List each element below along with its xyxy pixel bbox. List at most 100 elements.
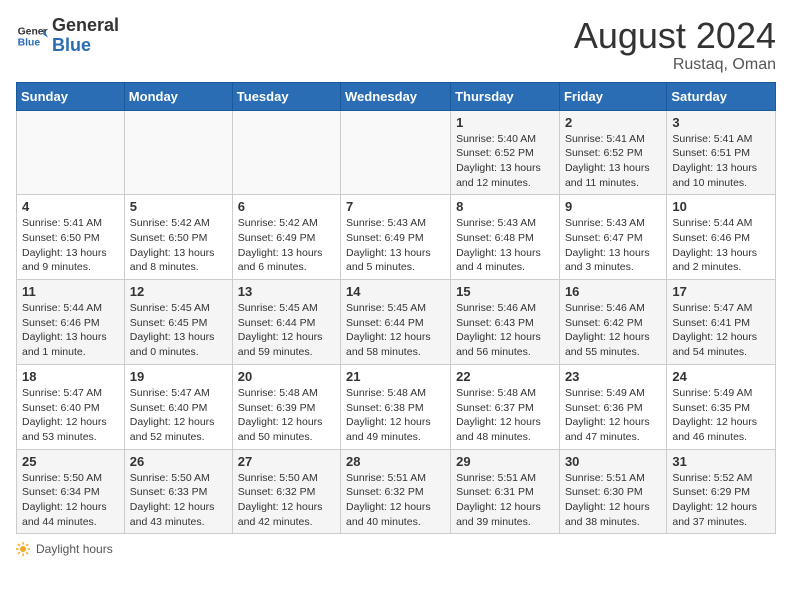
calendar-week-row: 4 Sunrise: 5:41 AM Sunset: 6:50 PM Daylig… <box>17 195 776 280</box>
day-info: Sunrise: 5:46 AM Sunset: 6:42 PM Dayligh… <box>565 301 661 360</box>
calendar-cell: 29 Sunrise: 5:51 AM Sunset: 6:31 PM Dayli… <box>451 449 560 534</box>
day-info: Sunrise: 5:51 AM Sunset: 6:30 PM Dayligh… <box>565 471 661 530</box>
day-number: 17 <box>672 284 770 299</box>
calendar-cell: 6 Sunrise: 5:42 AM Sunset: 6:49 PM Daylig… <box>232 195 340 280</box>
day-info: Sunrise: 5:45 AM Sunset: 6:44 PM Dayligh… <box>346 301 445 360</box>
calendar-cell <box>17 110 125 195</box>
day-number: 26 <box>130 454 227 469</box>
calendar-week-row: 25 Sunrise: 5:50 AM Sunset: 6:34 PM Dayli… <box>17 449 776 534</box>
sun-icon <box>16 542 30 556</box>
day-info: Sunrise: 5:43 AM Sunset: 6:49 PM Dayligh… <box>346 216 445 275</box>
day-number: 10 <box>672 199 770 214</box>
calendar-cell: 17 Sunrise: 5:47 AM Sunset: 6:41 PM Dayli… <box>667 280 776 365</box>
calendar-cell: 21Sunrise: 5:48 AM Sunset: 6:38 PM Dayli… <box>341 364 451 449</box>
calendar-cell: 8Sunrise: 5:43 AM Sunset: 6:48 PM Daylig… <box>451 195 560 280</box>
calendar-cell: 15Sunrise: 5:46 AM Sunset: 6:43 PM Dayli… <box>451 280 560 365</box>
day-number: 3 <box>672 115 770 130</box>
calendar-cell: 24 Sunrise: 5:49 AM Sunset: 6:35 PM Dayli… <box>667 364 776 449</box>
calendar-header-saturday: Saturday <box>667 82 776 110</box>
calendar-cell: 1 Sunrise: 5:40 AM Sunset: 6:52 PM Daylig… <box>451 110 560 195</box>
day-info: Sunrise: 5:50 AM Sunset: 6:33 PM Dayligh… <box>130 471 227 530</box>
calendar-cell: 25 Sunrise: 5:50 AM Sunset: 6:34 PM Dayli… <box>17 449 125 534</box>
day-info: Sunrise: 5:41 AM Sunset: 6:51 PM Dayligh… <box>672 132 770 191</box>
day-number: 11 <box>22 284 119 299</box>
calendar-cell: 19 Sunrise: 5:47 AM Sunset: 6:40 PM Dayli… <box>124 364 232 449</box>
day-number: 14 <box>346 284 445 299</box>
day-info: Sunrise: 5:42 AM Sunset: 6:50 PM Dayligh… <box>130 216 227 275</box>
calendar-cell: 5 Sunrise: 5:42 AM Sunset: 6:50 PM Daylig… <box>124 195 232 280</box>
daylight-hours-label: Daylight hours <box>36 542 113 556</box>
calendar-cell: 4 Sunrise: 5:41 AM Sunset: 6:50 PM Daylig… <box>17 195 125 280</box>
day-info: Sunrise: 5:41 AM Sunset: 6:50 PM Dayligh… <box>22 216 119 275</box>
day-info: Sunrise: 5:47 AM Sunset: 6:40 PM Dayligh… <box>130 386 227 445</box>
day-number: 23 <box>565 369 661 384</box>
day-number: 24 <box>672 369 770 384</box>
calendar-cell: 12 Sunrise: 5:45 AM Sunset: 6:45 PM Dayli… <box>124 280 232 365</box>
day-info: Sunrise: 5:44 AM Sunset: 6:46 PM Dayligh… <box>672 216 770 275</box>
day-number: 25 <box>22 454 119 469</box>
day-info: Sunrise: 5:40 AM Sunset: 6:52 PM Dayligh… <box>456 132 554 191</box>
calendar-cell: 13Sunrise: 5:45 AM Sunset: 6:44 PM Dayli… <box>232 280 340 365</box>
day-info: Sunrise: 5:44 AM Sunset: 6:46 PM Dayligh… <box>22 301 119 360</box>
day-number: 21 <box>346 369 445 384</box>
calendar-cell: 22Sunrise: 5:48 AM Sunset: 6:37 PM Dayli… <box>451 364 560 449</box>
calendar-cell <box>232 110 340 195</box>
calendar-header-thursday: Thursday <box>451 82 560 110</box>
calendar-table: SundayMondayTuesdayWednesdayThursdayFrid… <box>16 82 776 535</box>
day-info: Sunrise: 5:45 AM Sunset: 6:45 PM Dayligh… <box>130 301 227 360</box>
calendar-cell: 3 Sunrise: 5:41 AM Sunset: 6:51 PM Daylig… <box>667 110 776 195</box>
calendar-cell <box>124 110 232 195</box>
day-info: Sunrise: 5:46 AM Sunset: 6:43 PM Dayligh… <box>456 301 554 360</box>
day-info: Sunrise: 5:51 AM Sunset: 6:32 PM Dayligh… <box>346 471 445 530</box>
day-number: 4 <box>22 199 119 214</box>
calendar-cell: 16 Sunrise: 5:46 AM Sunset: 6:42 PM Dayli… <box>559 280 666 365</box>
day-info: Sunrise: 5:43 AM Sunset: 6:48 PM Dayligh… <box>456 216 554 275</box>
day-number: 5 <box>130 199 227 214</box>
day-info: Sunrise: 5:48 AM Sunset: 6:37 PM Dayligh… <box>456 386 554 445</box>
day-number: 7 <box>346 199 445 214</box>
day-info: Sunrise: 5:51 AM Sunset: 6:31 PM Dayligh… <box>456 471 554 530</box>
calendar-cell: 10 Sunrise: 5:44 AM Sunset: 6:46 PM Dayli… <box>667 195 776 280</box>
day-info: Sunrise: 5:50 AM Sunset: 6:34 PM Dayligh… <box>22 471 119 530</box>
calendar-header-monday: Monday <box>124 82 232 110</box>
day-info: Sunrise: 5:49 AM Sunset: 6:35 PM Dayligh… <box>672 386 770 445</box>
day-number: 16 <box>565 284 661 299</box>
calendar-cell: 31Sunrise: 5:52 AM Sunset: 6:29 PM Dayli… <box>667 449 776 534</box>
day-number: 19 <box>130 369 227 384</box>
location-subtitle: Rustaq, Oman <box>574 56 776 74</box>
month-year-title: August 2024 <box>574 16 776 56</box>
page-header: General Blue General Blue August 2024 Ru… <box>16 16 776 74</box>
calendar-week-row: 11 Sunrise: 5:44 AM Sunset: 6:46 PM Dayli… <box>17 280 776 365</box>
calendar-cell: 2Sunrise: 5:41 AM Sunset: 6:52 PM Daylig… <box>559 110 666 195</box>
day-info: Sunrise: 5:52 AM Sunset: 6:29 PM Dayligh… <box>672 471 770 530</box>
calendar-cell: 20Sunrise: 5:48 AM Sunset: 6:39 PM Dayli… <box>232 364 340 449</box>
day-info: Sunrise: 5:49 AM Sunset: 6:36 PM Dayligh… <box>565 386 661 445</box>
calendar-cell: 30 Sunrise: 5:51 AM Sunset: 6:30 PM Dayli… <box>559 449 666 534</box>
logo-general-text: General <box>52 15 119 35</box>
day-number: 1 <box>456 115 554 130</box>
day-number: 6 <box>238 199 335 214</box>
calendar-cell: 28 Sunrise: 5:51 AM Sunset: 6:32 PM Dayli… <box>341 449 451 534</box>
calendar-cell: 11 Sunrise: 5:44 AM Sunset: 6:46 PM Dayli… <box>17 280 125 365</box>
day-number: 27 <box>238 454 335 469</box>
calendar-cell: 14 Sunrise: 5:45 AM Sunset: 6:44 PM Dayli… <box>341 280 451 365</box>
day-number: 29 <box>456 454 554 469</box>
day-number: 12 <box>130 284 227 299</box>
calendar-week-row: 18Sunrise: 5:47 AM Sunset: 6:40 PM Dayli… <box>17 364 776 449</box>
calendar-header-sunday: Sunday <box>17 82 125 110</box>
day-number: 28 <box>346 454 445 469</box>
day-number: 20 <box>238 369 335 384</box>
day-info: Sunrise: 5:50 AM Sunset: 6:32 PM Dayligh… <box>238 471 335 530</box>
day-number: 30 <box>565 454 661 469</box>
calendar-cell <box>341 110 451 195</box>
day-info: Sunrise: 5:47 AM Sunset: 6:41 PM Dayligh… <box>672 301 770 360</box>
calendar-cell: 9Sunrise: 5:43 AM Sunset: 6:47 PM Daylig… <box>559 195 666 280</box>
day-number: 2 <box>565 115 661 130</box>
calendar-cell: 27 Sunrise: 5:50 AM Sunset: 6:32 PM Dayli… <box>232 449 340 534</box>
day-info: Sunrise: 5:47 AM Sunset: 6:40 PM Dayligh… <box>22 386 119 445</box>
footer-legend: Daylight hours <box>16 542 776 556</box>
calendar-header-tuesday: Tuesday <box>232 82 340 110</box>
day-info: Sunrise: 5:42 AM Sunset: 6:49 PM Dayligh… <box>238 216 335 275</box>
calendar-header-wednesday: Wednesday <box>341 82 451 110</box>
day-info: Sunrise: 5:43 AM Sunset: 6:47 PM Dayligh… <box>565 216 661 275</box>
